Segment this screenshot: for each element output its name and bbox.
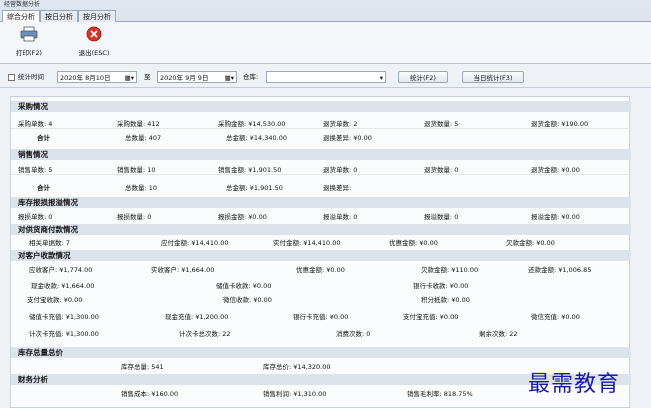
cell: 计次卡总次数: 22 bbox=[179, 330, 231, 338]
cell: 合计 bbox=[37, 184, 50, 192]
section-title: 销售情况 bbox=[11, 149, 631, 160]
calendar-icon: ▦▾ bbox=[224, 74, 234, 82]
exit-button[interactable]: 退出(ESC) bbox=[74, 26, 114, 57]
cell: 库存总价: ¥14,320.00 bbox=[263, 363, 331, 371]
close-icon bbox=[86, 26, 102, 42]
cell: 销售成本: ¥160.00 bbox=[121, 390, 179, 398]
cell: 储值卡收款: ¥0.00 bbox=[216, 282, 272, 290]
stat-time-checkbox[interactable] bbox=[8, 74, 15, 81]
warehouse-select[interactable]: ▾ bbox=[266, 71, 386, 83]
title-bar: 经营数据分析 bbox=[0, 0, 651, 8]
cell: 销售毛利率: 818.75% bbox=[407, 390, 473, 398]
cell: 报溢单数: 0 bbox=[323, 213, 358, 221]
toolbar: 打印(F2) 退出(ESC) bbox=[0, 22, 651, 64]
row-divider bbox=[11, 174, 631, 175]
cell: 还款金额: ¥1,006.85 bbox=[528, 266, 592, 274]
section-title: 库存报损报溢情况 bbox=[11, 197, 631, 208]
exit-label: 退出(ESC) bbox=[78, 49, 110, 57]
cell: 报溢数量: 0 bbox=[424, 213, 459, 221]
cell: 应收客户: ¥1,774.00 bbox=[29, 266, 93, 274]
date-to-picker[interactable]: 2020年 9月 9日 ▦▾ bbox=[157, 71, 237, 83]
print-label: 打印(F2) bbox=[16, 49, 42, 57]
tab-monthly[interactable]: 按月分析 bbox=[78, 10, 116, 22]
cell: 销售利润: ¥1,310.00 bbox=[263, 390, 327, 398]
cell: 退换差异: ¥0.00 bbox=[323, 134, 372, 142]
cell: 支付宝充值: ¥0.00 bbox=[403, 313, 459, 321]
cell: 总金额: ¥14,340.00 bbox=[226, 134, 287, 142]
cell: 退换差异: bbox=[323, 184, 352, 192]
cell: 总金额: ¥1,901.50 bbox=[226, 184, 283, 192]
tab-overall[interactable]: 综合分析 bbox=[2, 10, 40, 22]
cell: 现金收款: ¥1,664.00 bbox=[31, 282, 95, 290]
cell: 积分抵款: ¥0.00 bbox=[421, 296, 470, 304]
filter-bar: 统计时间 2020年 8月10日 ▦▾ 至 2020年 9月 9日 ▦▾ 仓库:… bbox=[0, 66, 651, 88]
cell: 消费次数: 0 bbox=[336, 330, 371, 338]
cell: 销售金额: ¥1,901.50 bbox=[218, 166, 282, 174]
cell: 银行卡收款: ¥0.00 bbox=[413, 282, 469, 290]
analysis-panel: 采购情况 采购单数: 4 采购数量: 412 采购金额: ¥14,530.00 … bbox=[10, 96, 631, 408]
stat-button[interactable]: 统计(F2) bbox=[398, 71, 448, 83]
cell: 库存总量: 541 bbox=[121, 363, 164, 371]
cell: 实付金额: ¥14,410.00 bbox=[273, 239, 341, 247]
calendar-icon: ▦▾ bbox=[124, 74, 134, 82]
cell: 现金充值: ¥1,200.00 bbox=[165, 313, 229, 321]
cell: 总数量: 10 bbox=[125, 184, 158, 192]
date-from-value: 2020年 8月10日 bbox=[60, 74, 111, 82]
cell: 优惠金额: ¥0.00 bbox=[389, 239, 438, 247]
print-button[interactable]: 打印(F2) bbox=[12, 26, 46, 57]
cell: 销售数量: 10 bbox=[117, 166, 156, 174]
cell: 报损金额: ¥0.00 bbox=[218, 213, 267, 221]
date-from-picker[interactable]: 2020年 8月10日 ▦▾ bbox=[57, 71, 137, 83]
cell: 报损单数: 0 bbox=[18, 213, 53, 221]
cell: 退货数量: 5 bbox=[424, 120, 459, 128]
row-divider bbox=[11, 128, 631, 129]
cell: 销售单数: 5 bbox=[18, 166, 53, 174]
cell: 欠款金额: ¥110.00 bbox=[421, 266, 479, 274]
cell: 采购金额: ¥14,530.00 bbox=[218, 120, 286, 128]
to-label: 至 bbox=[144, 73, 151, 81]
date-to-value: 2020年 9月 9日 bbox=[160, 74, 209, 82]
cell: 应付金额: ¥14,410.00 bbox=[161, 239, 229, 247]
cell: 退货单数: 0 bbox=[323, 166, 358, 174]
cell: 储值卡充值: ¥1,300.00 bbox=[29, 313, 99, 321]
section-title: 对供货商付款情况 bbox=[11, 224, 631, 235]
cell: 剩余次数: 22 bbox=[479, 330, 518, 338]
warehouse-label: 仓库: bbox=[243, 73, 259, 81]
cell: 支付宝收款: ¥0.00 bbox=[27, 296, 83, 304]
cell: 合计 bbox=[37, 134, 50, 142]
cell: 实收客户: ¥1,664.00 bbox=[151, 266, 215, 274]
cell: 银行卡充值: ¥0.00 bbox=[293, 313, 349, 321]
cell: 优惠金额: ¥0.00 bbox=[296, 266, 345, 274]
chevron-down-icon: ▾ bbox=[379, 74, 383, 82]
section-title: 对客户收款情况 bbox=[11, 250, 631, 261]
cell: 总数量: 407 bbox=[125, 134, 162, 142]
cell: 采购单数: 4 bbox=[18, 120, 53, 128]
tab-bar: 综合分析 按日分析 按月分析 bbox=[0, 8, 651, 22]
cell: 采购数量: 412 bbox=[117, 120, 160, 128]
cell: 退货金额: ¥0.00 bbox=[531, 166, 580, 174]
printer-icon bbox=[20, 26, 38, 42]
cell: 退货数量: 0 bbox=[424, 166, 459, 174]
cell: 欠款金额: ¥0.00 bbox=[506, 239, 555, 247]
watermark: 最需教育 bbox=[528, 372, 621, 397]
section-title: 库存总量总价 bbox=[11, 347, 631, 358]
cell: 微信充值: ¥0.00 bbox=[531, 313, 580, 321]
cell: 退货单数: 2 bbox=[323, 120, 358, 128]
cell: 退货金额: ¥190.00 bbox=[531, 120, 589, 128]
cell: 报溢金额: ¥0.00 bbox=[531, 213, 580, 221]
section-title: 采购情况 bbox=[11, 101, 631, 112]
cell: 计次卡充值: ¥1,300.00 bbox=[29, 330, 99, 338]
tab-daily[interactable]: 按日分析 bbox=[40, 10, 78, 22]
window-title: 经营数据分析 bbox=[4, 1, 41, 8]
cell: 相关单据数: 7 bbox=[29, 239, 70, 247]
cell: 微信收款: ¥0.00 bbox=[223, 296, 272, 304]
stat-time-label: 统计时间 bbox=[18, 73, 44, 81]
today-stat-button[interactable]: 当日统计(F3) bbox=[462, 71, 524, 83]
cell: 报损数量: 0 bbox=[117, 213, 152, 221]
